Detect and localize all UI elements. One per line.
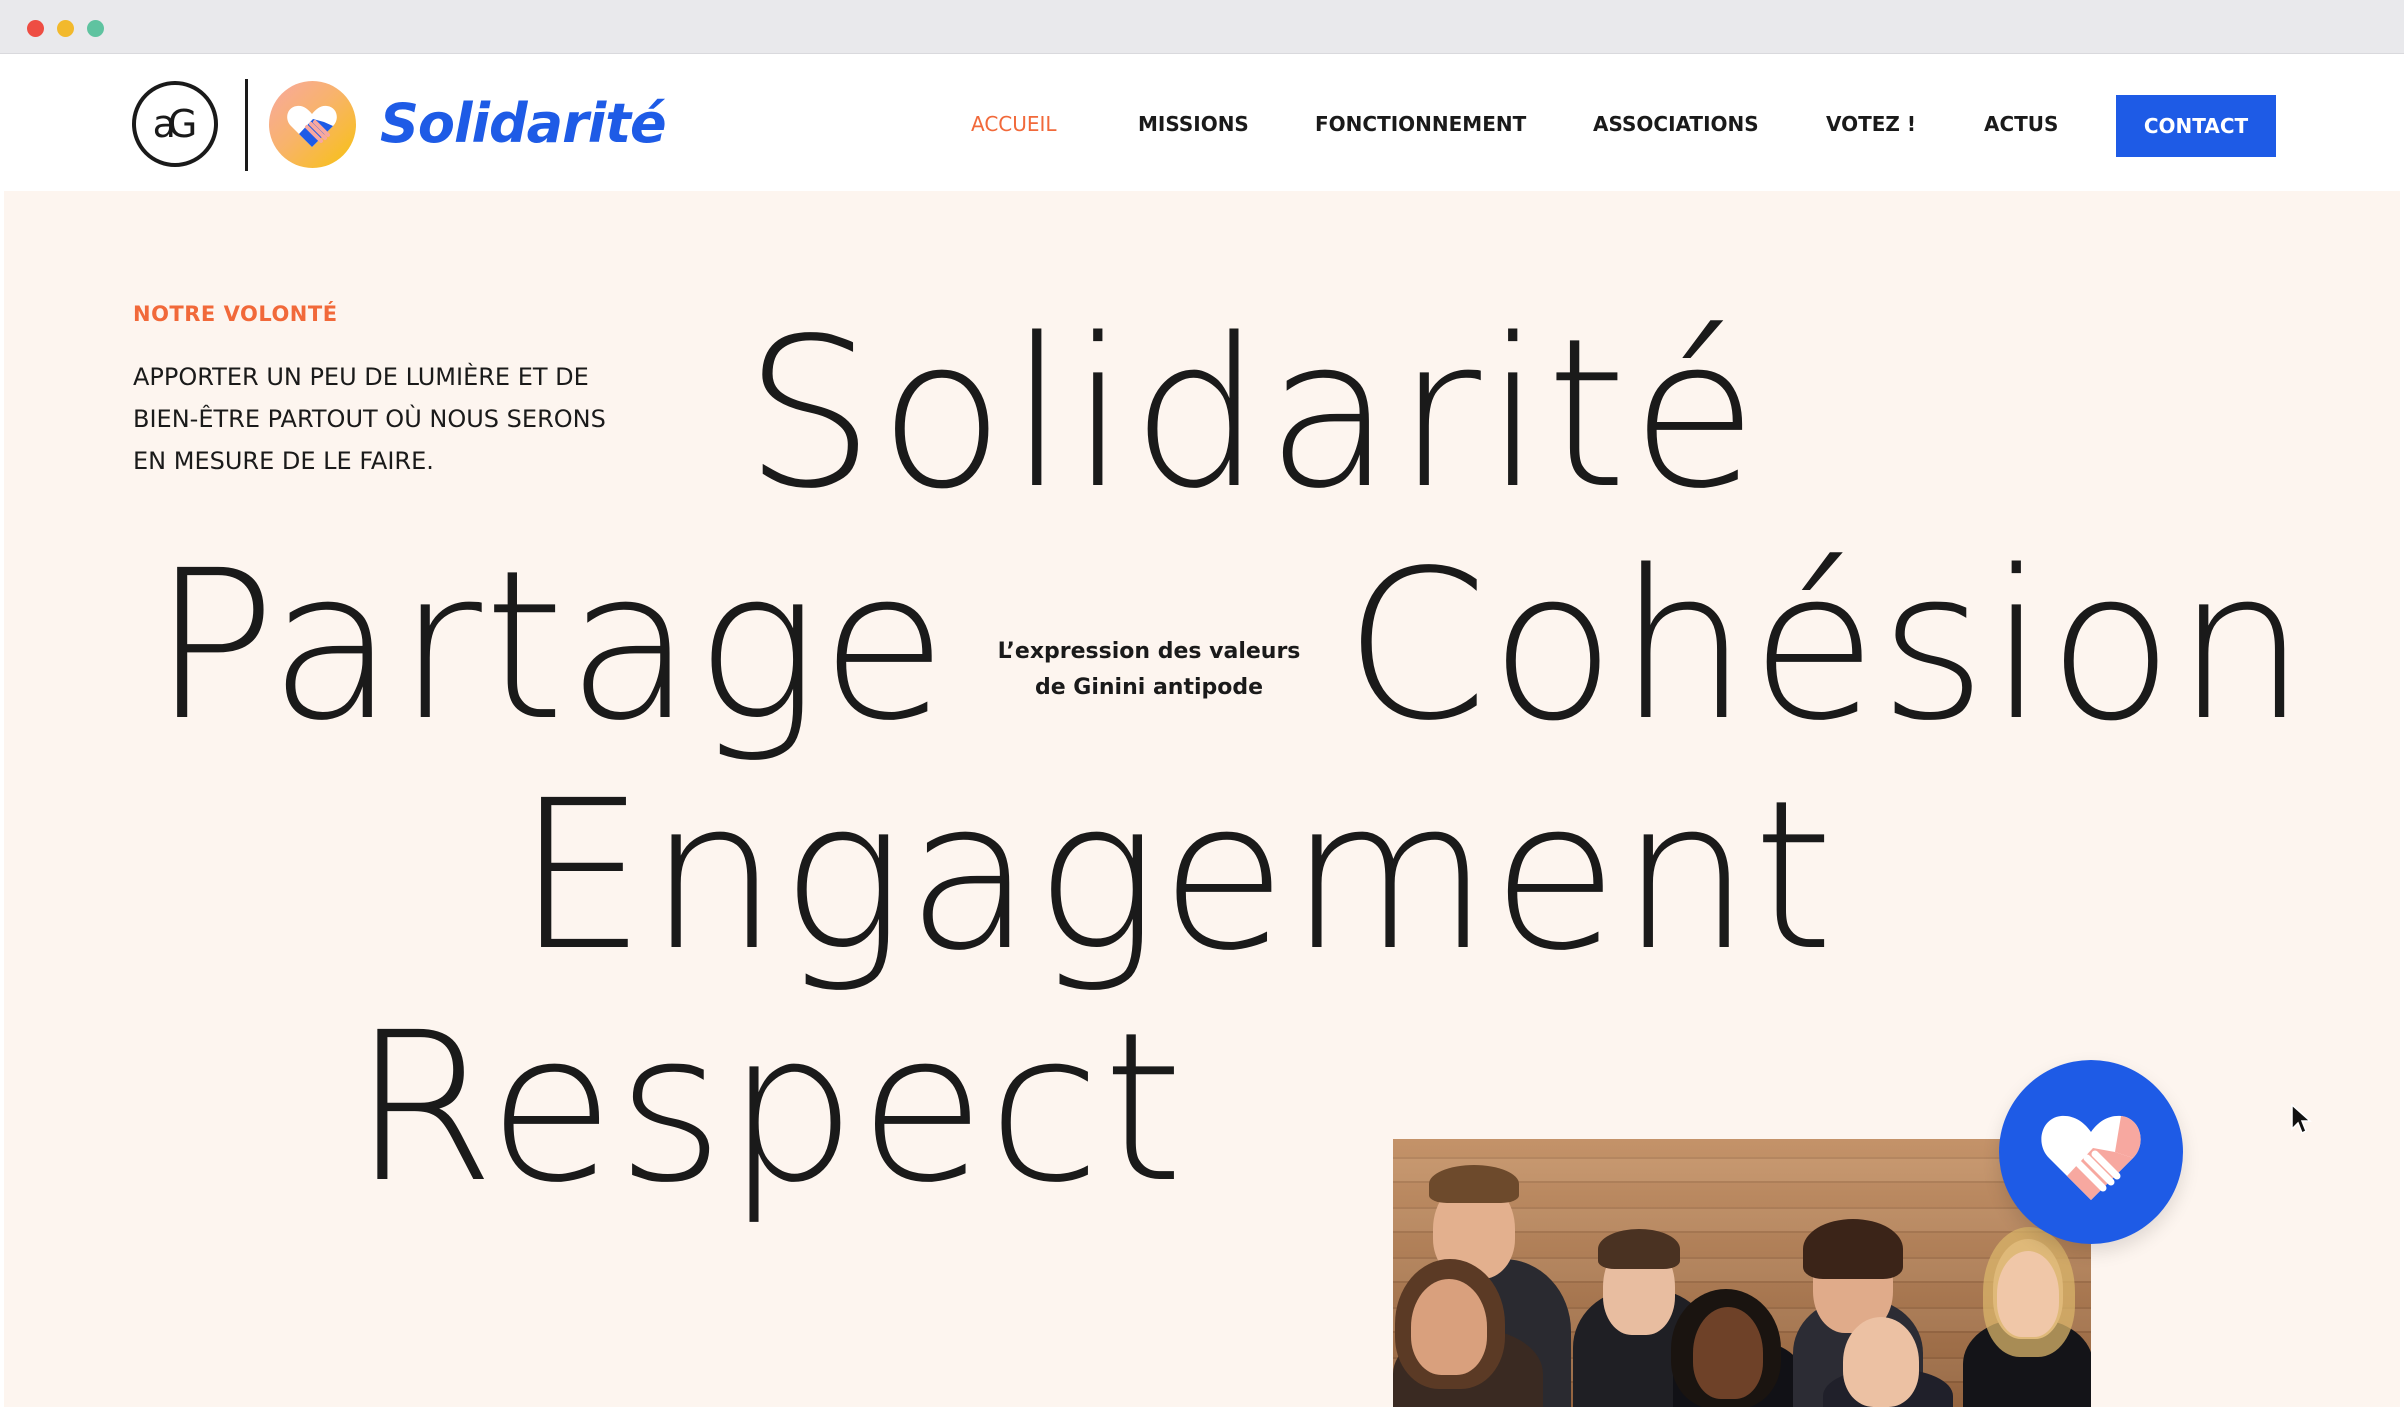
minimize-window-dot[interactable] [57,20,74,37]
contact-button[interactable]: CONTACT [2116,95,2276,157]
intro-line: EN MESURE DE LE FAIRE. [133,447,434,475]
nav-item-fonctionnement[interactable]: FONCTIONNEMENT [1315,112,1526,136]
value-word-engagement: Engagement [516,756,1836,996]
handshake-heart-icon [287,105,337,147]
team-photo [1393,1139,2091,1407]
site-header: aG Solidarité ACCUEIL MISSIONS FONCTIONN… [4,54,2400,191]
value-word-solidarite: Solidarité [744,294,1762,534]
nav-item-accueil[interactable]: ACCUEIL [971,112,1057,136]
intro-text: APPORTER UN PEU DE LUMIÈRE ET DE BIEN-ÊT… [133,356,693,482]
nav-item-associations[interactable]: ASSOCIATIONS [1593,112,1759,136]
section-eyebrow: NOTRE VOLONTÉ [133,302,338,326]
nav-item-votez[interactable]: VOTEZ ! [1826,112,1916,136]
close-window-dot[interactable] [27,20,44,37]
tagline-line: de Ginini antipode [1034,675,1264,700]
floating-handshake-badge[interactable] [1999,1060,2183,1244]
solidarite-logo-badge[interactable] [269,81,356,168]
cursor-icon [2291,1103,2312,1135]
page-viewport: aG Solidarité ACCUEIL MISSIONS FONCTIONN… [4,54,2400,1407]
intro-line: APPORTER UN PEU DE LUMIÈRE ET DE [133,363,589,391]
hero-section: NOTRE VOLONTÉ APPORTER UN PEU DE LUMIÈRE… [4,191,2400,1407]
browser-chrome [0,0,2404,54]
value-word-partage: Partage [152,526,950,766]
maximize-window-dot[interactable] [87,20,104,37]
nav-item-missions[interactable]: MISSIONS [1138,112,1249,136]
hero-tagline: L’expression des valeurs de Ginini antip… [979,634,1319,706]
value-word-cohesion: Cohésion [1344,526,2309,766]
intro-line: BIEN-ÊTRE PARTOUT OÙ NOUS SERONS [133,405,606,433]
ag-logo[interactable]: aG [132,81,218,167]
logo-divider [245,79,248,171]
brand-wordmark[interactable]: Solidarité [380,92,667,155]
handshake-heart-icon [2041,1115,2141,1200]
tagline-line: L’expression des valeurs [997,639,1301,664]
ag-logo-mark: aG [152,102,198,146]
nav-item-actus[interactable]: ACTUS [1984,112,2058,136]
value-word-respect: Respect [352,988,1186,1228]
